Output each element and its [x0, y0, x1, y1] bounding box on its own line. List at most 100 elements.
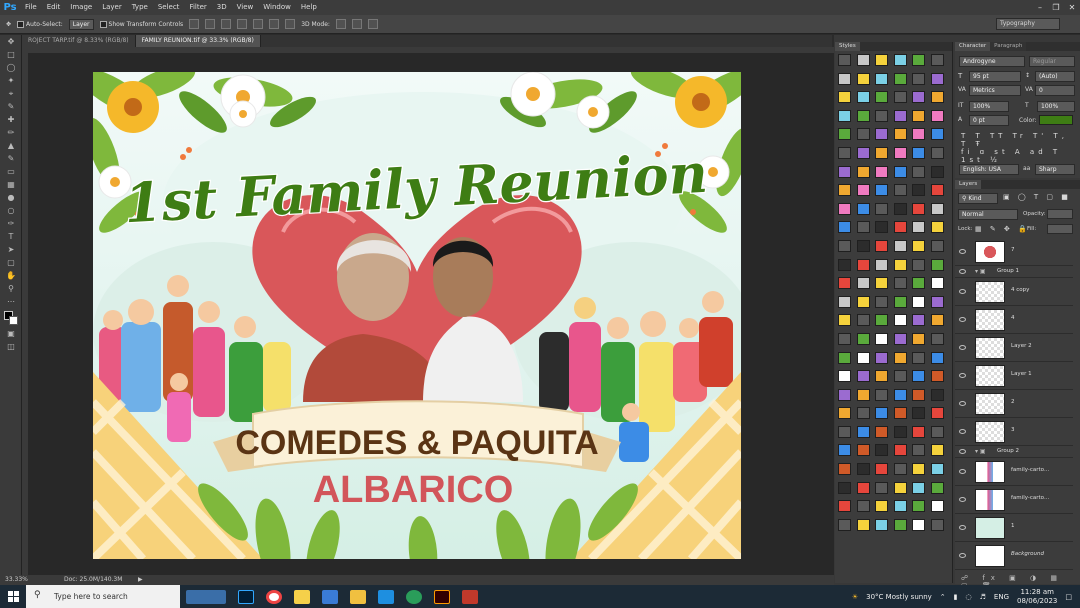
tab-project-tarp[interactable]: ROJECT TARP.tif @ 8.33% (RGB/8)	[22, 35, 136, 47]
style-swatch[interactable]	[856, 351, 870, 364]
style-swatch[interactable]	[930, 481, 944, 494]
style-swatch[interactable]	[912, 146, 926, 159]
style-swatch[interactable]	[930, 351, 944, 364]
visibility-eye-icon[interactable]	[959, 373, 966, 378]
layer-row[interactable]: 2	[955, 390, 1073, 418]
style-swatch[interactable]	[856, 54, 870, 66]
dodge-tool-icon[interactable]: ○	[4, 205, 18, 217]
brush-tool-icon[interactable]: ✏	[4, 127, 18, 139]
visibility-eye-icon[interactable]	[959, 249, 966, 254]
workspace-select[interactable]: Typography	[996, 18, 1060, 30]
style-swatch[interactable]	[893, 463, 907, 476]
lock-icons[interactable]: ▦ ✎ ✥ 🔒	[975, 225, 1030, 233]
style-swatch[interactable]	[930, 109, 944, 122]
move-tool-icon[interactable]: ✥	[4, 36, 18, 48]
shape-tool-icon[interactable]: ▢	[4, 257, 18, 269]
style-swatch[interactable]	[893, 54, 907, 66]
style-swatch[interactable]	[856, 91, 870, 104]
color-swatches[interactable]	[0, 309, 22, 327]
style-swatch[interactable]	[875, 500, 889, 513]
style-swatch[interactable]	[856, 295, 870, 308]
style-swatch[interactable]	[930, 425, 944, 438]
style-swatch[interactable]	[856, 239, 870, 252]
style-swatch[interactable]	[930, 72, 944, 85]
fill-field[interactable]	[1047, 224, 1073, 234]
style-swatch[interactable]	[930, 54, 944, 66]
blur-tool-icon[interactable]: ●	[4, 192, 18, 204]
style-swatch[interactable]	[838, 128, 851, 141]
style-swatch[interactable]	[893, 332, 907, 345]
style-swatch[interactable]	[838, 425, 851, 438]
style-swatch[interactable]	[912, 463, 926, 476]
status-arrow-icon[interactable]: ▶	[138, 576, 143, 583]
crop-tool-icon[interactable]: ⌖	[4, 88, 18, 100]
style-swatch[interactable]	[856, 258, 870, 271]
style-swatch[interactable]	[838, 184, 851, 197]
style-swatch[interactable]	[930, 295, 944, 308]
style-swatch[interactable]	[838, 91, 851, 104]
style-swatch[interactable]	[875, 258, 889, 271]
language-indicator[interactable]: ENG	[994, 593, 1009, 601]
style-swatch[interactable]	[875, 54, 889, 66]
visibility-eye-icon[interactable]	[959, 449, 966, 454]
document-canvas[interactable]: 1st Family Reunion COMEDES & PAQUITA ALB…	[93, 72, 741, 559]
style-swatch[interactable]	[912, 481, 926, 494]
menu-3d[interactable]: 3D	[212, 0, 232, 15]
layer-row[interactable]: 7	[955, 238, 1073, 266]
tab-character[interactable]: Character	[955, 42, 991, 51]
style-swatch[interactable]	[875, 165, 889, 178]
tray-arrow-icon[interactable]: ⌃	[940, 593, 946, 601]
layer-group-row[interactable]: ▾ ▣ Group 1	[955, 266, 1073, 278]
style-swatch[interactable]	[875, 425, 889, 438]
battery-icon[interactable]: ▮	[954, 593, 958, 601]
style-swatch[interactable]	[856, 72, 870, 85]
style-swatch[interactable]	[930, 239, 944, 252]
windows-start-icon[interactable]	[0, 585, 26, 608]
zoom-level[interactable]: 33.33%	[5, 576, 28, 583]
style-swatch[interactable]	[893, 109, 907, 122]
style-swatch[interactable]	[893, 425, 907, 438]
style-swatch[interactable]	[912, 295, 926, 308]
style-swatch[interactable]	[856, 444, 870, 457]
clock[interactable]: 11:28 am 08/06/2023	[1017, 588, 1057, 606]
style-swatch[interactable]	[838, 277, 851, 290]
style-swatch[interactable]	[930, 146, 944, 159]
type-style-buttons[interactable]: T T TT Tr T' T, T Ŧ	[961, 132, 1080, 148]
style-swatch[interactable]	[912, 407, 926, 420]
language-select[interactable]: English: USA	[959, 164, 1019, 175]
style-swatch[interactable]	[875, 277, 889, 290]
style-swatch[interactable]	[875, 332, 889, 345]
3d-roll-icon[interactable]	[351, 19, 362, 29]
style-swatch[interactable]	[893, 258, 907, 271]
menu-edit[interactable]: Edit	[42, 0, 66, 15]
style-swatch[interactable]	[856, 202, 870, 215]
font-size-field[interactable]: 95 pt	[969, 71, 1021, 82]
style-swatch[interactable]	[875, 221, 889, 234]
menu-file[interactable]: File	[20, 0, 42, 15]
align-top-icon[interactable]	[189, 19, 200, 29]
style-swatch[interactable]	[838, 407, 851, 420]
tab-layers[interactable]: Layers	[955, 180, 982, 189]
style-swatch[interactable]	[838, 202, 851, 215]
style-swatch[interactable]	[838, 481, 851, 494]
style-swatch[interactable]	[893, 72, 907, 85]
search-highlight-icon[interactable]	[186, 589, 226, 604]
minimize-icon[interactable]: –	[1032, 0, 1048, 15]
eyedropper-tool-icon[interactable]: ✎	[4, 101, 18, 113]
style-swatch[interactable]	[838, 54, 851, 66]
style-swatch[interactable]	[875, 72, 889, 85]
style-swatch[interactable]	[893, 444, 907, 457]
style-swatch[interactable]	[875, 91, 889, 104]
antialias-select[interactable]: Sharp	[1035, 164, 1075, 175]
visibility-eye-icon[interactable]	[959, 525, 966, 530]
style-swatch[interactable]	[912, 370, 926, 383]
calculator-icon[interactable]	[322, 589, 338, 604]
photoshop-taskbar-icon[interactable]	[238, 589, 254, 604]
style-swatch[interactable]	[893, 314, 907, 327]
style-swatch[interactable]	[893, 165, 907, 178]
style-swatch[interactable]	[912, 388, 926, 401]
blend-mode-select[interactable]: Normal	[958, 209, 1018, 220]
more-tools-icon[interactable]: ⋯	[4, 296, 18, 308]
visibility-eye-icon[interactable]	[959, 429, 966, 434]
style-swatch[interactable]	[856, 481, 870, 494]
